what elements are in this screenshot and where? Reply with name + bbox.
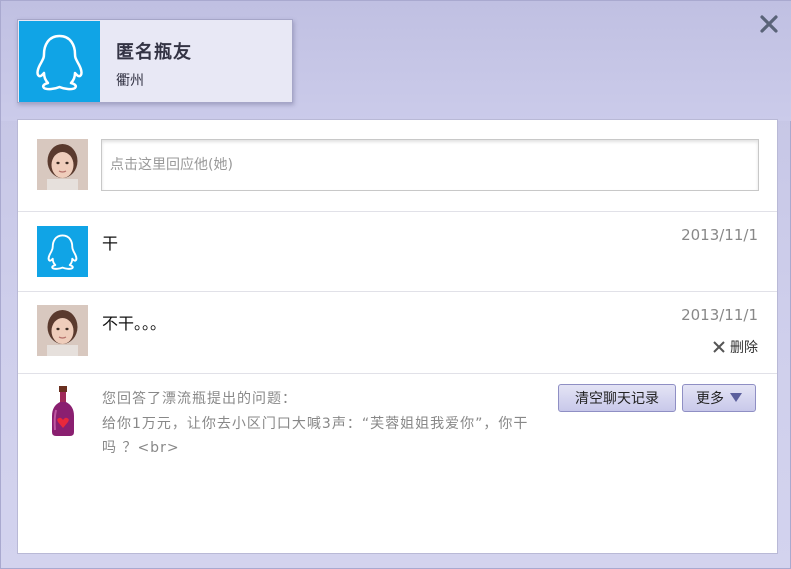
message-text: 干 (102, 234, 119, 253)
profile-location: 衢州 (116, 73, 144, 89)
question-label: 您回答了漂流瓶提出的问题： (102, 391, 297, 407)
message-date: 2013/11/1 (681, 306, 758, 324)
reply-input[interactable] (101, 139, 759, 191)
message-row: 不干。。。 2013/11/1 删除 (18, 292, 777, 374)
my-avatar[interactable] (37, 305, 88, 356)
close-button[interactable] (758, 13, 780, 35)
sender-avatar[interactable] (37, 226, 88, 277)
question-area: 您回答了漂流瓶提出的问题： 给你1万元，让你去小区门口大喊3声：“芙蓉姐姐我爱你… (18, 374, 777, 554)
reply-row (18, 120, 777, 212)
more-label: 更多 (696, 391, 724, 407)
qq-penguin-icon (47, 234, 78, 270)
profile-avatar[interactable] (19, 21, 100, 102)
question-text: 给你1万元，让你去小区门口大喊3声：“芙蓉姐姐我爱你”，你干吗 ？<br> (102, 416, 529, 456)
message-row: 干 2013/11/1 (18, 212, 777, 292)
profile-name: 匿名瓶友 (116, 42, 192, 63)
clear-chat-label: 清空聊天记录 (575, 391, 659, 407)
delete-label: 删除 (730, 340, 758, 356)
delete-button[interactable]: 删除 (712, 337, 758, 357)
user-photo-icon (37, 139, 88, 190)
clear-chat-button[interactable]: 清空聊天记录 (558, 384, 676, 412)
dialog-window: 匿名瓶友 衢州 点击这里回应他(她) 干 2013/11/1 不干。。。 201… (0, 0, 791, 569)
more-button[interactable]: 更多 (682, 384, 756, 412)
triangle-down-icon (730, 393, 742, 402)
close-icon (760, 15, 778, 33)
message-text: 不干。。。 (102, 314, 167, 333)
bottle-icon (48, 384, 78, 438)
qq-penguin-icon (36, 34, 83, 91)
user-photo-icon (37, 305, 88, 356)
close-icon (713, 341, 725, 353)
message-date: 2013/11/1 (681, 226, 758, 244)
conversation-panel: 干 2013/11/1 不干。。。 2013/11/1 (17, 119, 778, 554)
my-avatar[interactable] (37, 139, 88, 190)
profile-card: 匿名瓶友 衢州 (17, 19, 293, 103)
